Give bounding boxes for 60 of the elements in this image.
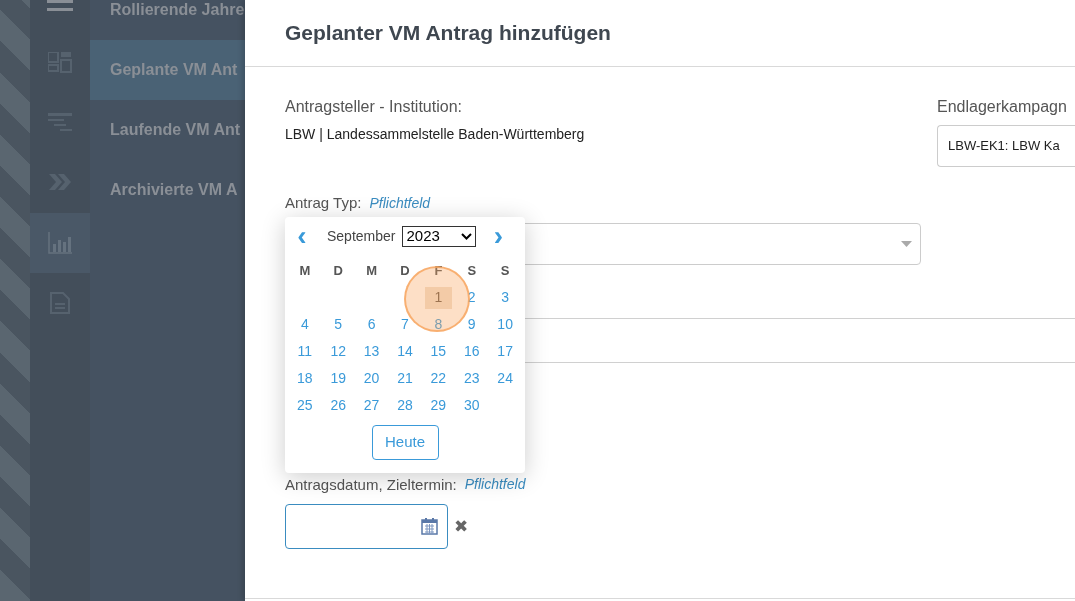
weekday-label: D [399, 261, 411, 280]
nav-item[interactable]: Geplante VM Ant [90, 40, 245, 100]
calendar-day[interactable]: 10 [491, 313, 519, 336]
date-input-field[interactable] [285, 504, 448, 549]
calendar-day[interactable]: 7 [391, 313, 419, 336]
calendar-day[interactable]: 30 [458, 394, 486, 417]
calendar-day[interactable]: 27 [358, 394, 386, 417]
calendar-day[interactable]: 14 [391, 340, 419, 363]
calendar-day[interactable]: 9 [458, 313, 486, 336]
calendar-day[interactable]: 20 [358, 367, 386, 390]
weekday-label: S [466, 261, 478, 280]
nav-item[interactable]: Laufende VM Ant [90, 100, 245, 160]
nav-item[interactable]: Rollierende Jahre [90, 0, 245, 40]
required-hint: Pflichtfeld [369, 193, 431, 213]
calendar-day[interactable]: 12 [324, 340, 352, 363]
dialog-title: Geplanter VM Antrag hinzufügen [285, 20, 611, 47]
field-label: Antragsteller - Institution: [285, 97, 463, 117]
field-label: Endlagerkampagn [937, 97, 1068, 117]
calendar-day[interactable]: 3 [491, 286, 519, 309]
calendar-day[interactable]: 24 [491, 367, 519, 390]
calendar-day[interactable]: 8 [424, 313, 452, 336]
caret-icon[interactable] [461, 232, 473, 240]
calendar-day[interactable]: 4 [291, 313, 319, 336]
today-button[interactable]: Heute [371, 425, 439, 460]
dropdown-caret-icon [901, 240, 912, 247]
year-select[interactable]: 2023 [402, 225, 477, 247]
calendar-day[interactable]: 13 [358, 340, 386, 363]
next-month-button[interactable]: › [489, 222, 508, 250]
calendar-day[interactable]: 1 [424, 286, 452, 309]
calendar-day[interactable]: 19 [324, 367, 352, 390]
required-hint: Pflichtfeld [464, 475, 526, 495]
calendar-day[interactable]: 18 [291, 367, 319, 390]
weekday-label: S [499, 261, 511, 280]
field-value: LBW | Landessammelstelle Baden-Württemberg [285, 125, 585, 143]
calendar-day[interactable]: 29 [424, 394, 452, 417]
field-label: Antragsdatum, Zieltermin: [285, 474, 457, 495]
calendar-day[interactable]: 11 [291, 340, 319, 363]
calendar-day[interactable]: 22 [424, 367, 452, 390]
calendar-day[interactable]: 6 [358, 313, 386, 336]
clear-button[interactable]: ✖ [454, 518, 468, 535]
menu-icon[interactable] [47, 0, 73, 12]
calendar-icon[interactable] [421, 518, 438, 535]
calendar-day[interactable]: 25 [291, 394, 319, 417]
calendar-day[interactable]: 5 [324, 313, 352, 336]
month-label: September [327, 226, 396, 246]
weekday-label: M [365, 261, 378, 280]
calendar-day[interactable]: 23 [458, 367, 486, 390]
calendar-day[interactable]: 26 [324, 394, 352, 417]
select-field[interactable]: LBW-EK1: LBW Ka [937, 125, 1075, 167]
calendar-day[interactable]: 16 [458, 340, 486, 363]
previous-month-button[interactable]: ‹ [293, 222, 311, 250]
calendar-day[interactable]: 28 [391, 394, 419, 417]
field-label: Antrag Typ: [285, 193, 362, 213]
bar-chart-icon[interactable] [48, 232, 72, 254]
weekday-label: M [298, 261, 312, 280]
calendar-day[interactable]: 17 [491, 340, 519, 363]
calendar-day[interactable]: 15 [424, 340, 452, 363]
nav-item[interactable]: Archivierte VM A [90, 160, 245, 220]
weekday-label: D [332, 261, 344, 280]
calendar-day[interactable]: 21 [391, 367, 419, 390]
